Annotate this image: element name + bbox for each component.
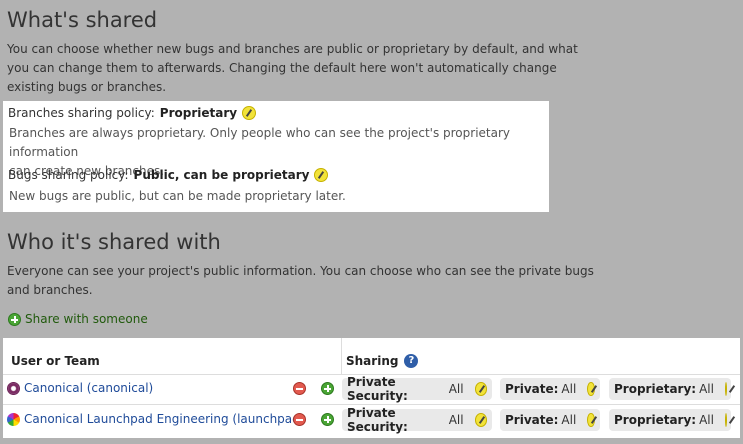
table-row: Canonical (canonical) Private Security: …	[3, 374, 740, 404]
edit-icon[interactable]	[474, 382, 487, 396]
row-actions	[293, 382, 334, 395]
edit-icon[interactable]	[587, 413, 595, 427]
private-security-access[interactable]: Private Security: All	[342, 375, 492, 403]
access-label: Private:	[505, 413, 559, 427]
intro-line: and branches.	[7, 283, 93, 297]
column-header-label: Sharing	[346, 354, 399, 368]
access-value: All	[561, 413, 577, 427]
access-label: Private:	[505, 382, 559, 396]
team-icon	[7, 412, 20, 426]
intro-line: you can change them to afterwards. Chang…	[7, 61, 557, 75]
branches-policy-label: Branches sharing policy:	[8, 106, 155, 120]
private-access[interactable]: Private: All	[500, 378, 600, 400]
access-label: Proprietary:	[614, 382, 697, 396]
branches-policy-value: Proprietary	[159, 106, 238, 120]
proprietary-access[interactable]: Proprietary: All	[609, 378, 731, 400]
edit-icon[interactable]	[474, 413, 487, 427]
add-icon[interactable]	[321, 413, 334, 426]
column-divider	[341, 338, 342, 374]
bugs-policy-value: Public, can be proprietary	[133, 168, 310, 182]
whats-shared-intro: You can choose whether new bugs and bran…	[7, 40, 578, 97]
access-value: All	[699, 382, 714, 396]
access-label: Proprietary:	[614, 413, 697, 427]
row-actions	[293, 413, 334, 426]
team-icon	[7, 381, 20, 395]
edit-icon[interactable]	[587, 382, 595, 396]
private-access[interactable]: Private: All	[500, 409, 600, 431]
sharee-name: Canonical Launchpad Engineering (launchp…	[24, 412, 305, 426]
bugs-policy-description: New bugs are public, but can be made pro…	[9, 187, 346, 206]
sharee-link[interactable]: Canonical Launchpad Engineering (launchp…	[7, 412, 304, 426]
access-value: All	[561, 382, 577, 396]
intro-line: Everyone can see your project's public i…	[7, 264, 594, 278]
remove-icon[interactable]	[293, 382, 306, 395]
who-shared-heading: Who it's shared with	[7, 230, 221, 254]
proprietary-access[interactable]: Proprietary: All	[609, 409, 731, 431]
access-value: All	[448, 413, 464, 427]
column-header-sharing: Sharing ?	[346, 354, 419, 368]
sharing-policies-panel: Branches sharing policy: Proprietary Bra…	[3, 101, 549, 212]
access-value: All	[699, 413, 714, 427]
edit-icon[interactable]	[724, 382, 727, 396]
column-header-label: User or Team	[11, 354, 100, 368]
bugs-policy-row: Bugs sharing policy: Public, can be prop…	[8, 168, 329, 182]
description-line: Branches are always proprietary. Only pe…	[9, 126, 511, 159]
share-with-someone-link[interactable]: Share with someone	[8, 312, 148, 326]
add-icon[interactable]	[321, 382, 334, 395]
whats-shared-heading: What's shared	[7, 8, 158, 32]
sharee-name: Canonical (canonical)	[24, 381, 154, 395]
access-value: All	[448, 382, 464, 396]
sharee-link[interactable]: Canonical (canonical)	[7, 381, 153, 395]
column-header-user: User or Team	[11, 354, 100, 368]
edit-branches-policy-icon[interactable]	[242, 106, 257, 120]
edit-bugs-policy-icon[interactable]	[314, 168, 329, 182]
remove-icon[interactable]	[293, 413, 306, 426]
sharees-table: User or Team Sharing ? Canonical (canoni…	[3, 338, 740, 438]
access-label: Private Security:	[347, 375, 408, 403]
intro-line: existing bugs or branches.	[7, 80, 167, 94]
help-icon[interactable]: ?	[404, 354, 419, 368]
description-line: New bugs are public, but can be made pro…	[9, 189, 346, 203]
private-security-access[interactable]: Private Security: All	[342, 406, 492, 434]
access-label: Private Security:	[347, 406, 408, 434]
bugs-policy-label: Bugs sharing policy:	[8, 168, 129, 182]
add-icon	[8, 312, 21, 326]
share-link-label: Share with someone	[25, 312, 148, 326]
branches-policy-row: Branches sharing policy: Proprietary	[8, 106, 257, 120]
intro-line: You can choose whether new bugs and bran…	[7, 42, 578, 56]
table-row: Canonical Launchpad Engineering (launchp…	[3, 405, 740, 435]
who-shared-intro: Everyone can see your project's public i…	[7, 262, 594, 300]
edit-icon[interactable]	[724, 413, 727, 427]
